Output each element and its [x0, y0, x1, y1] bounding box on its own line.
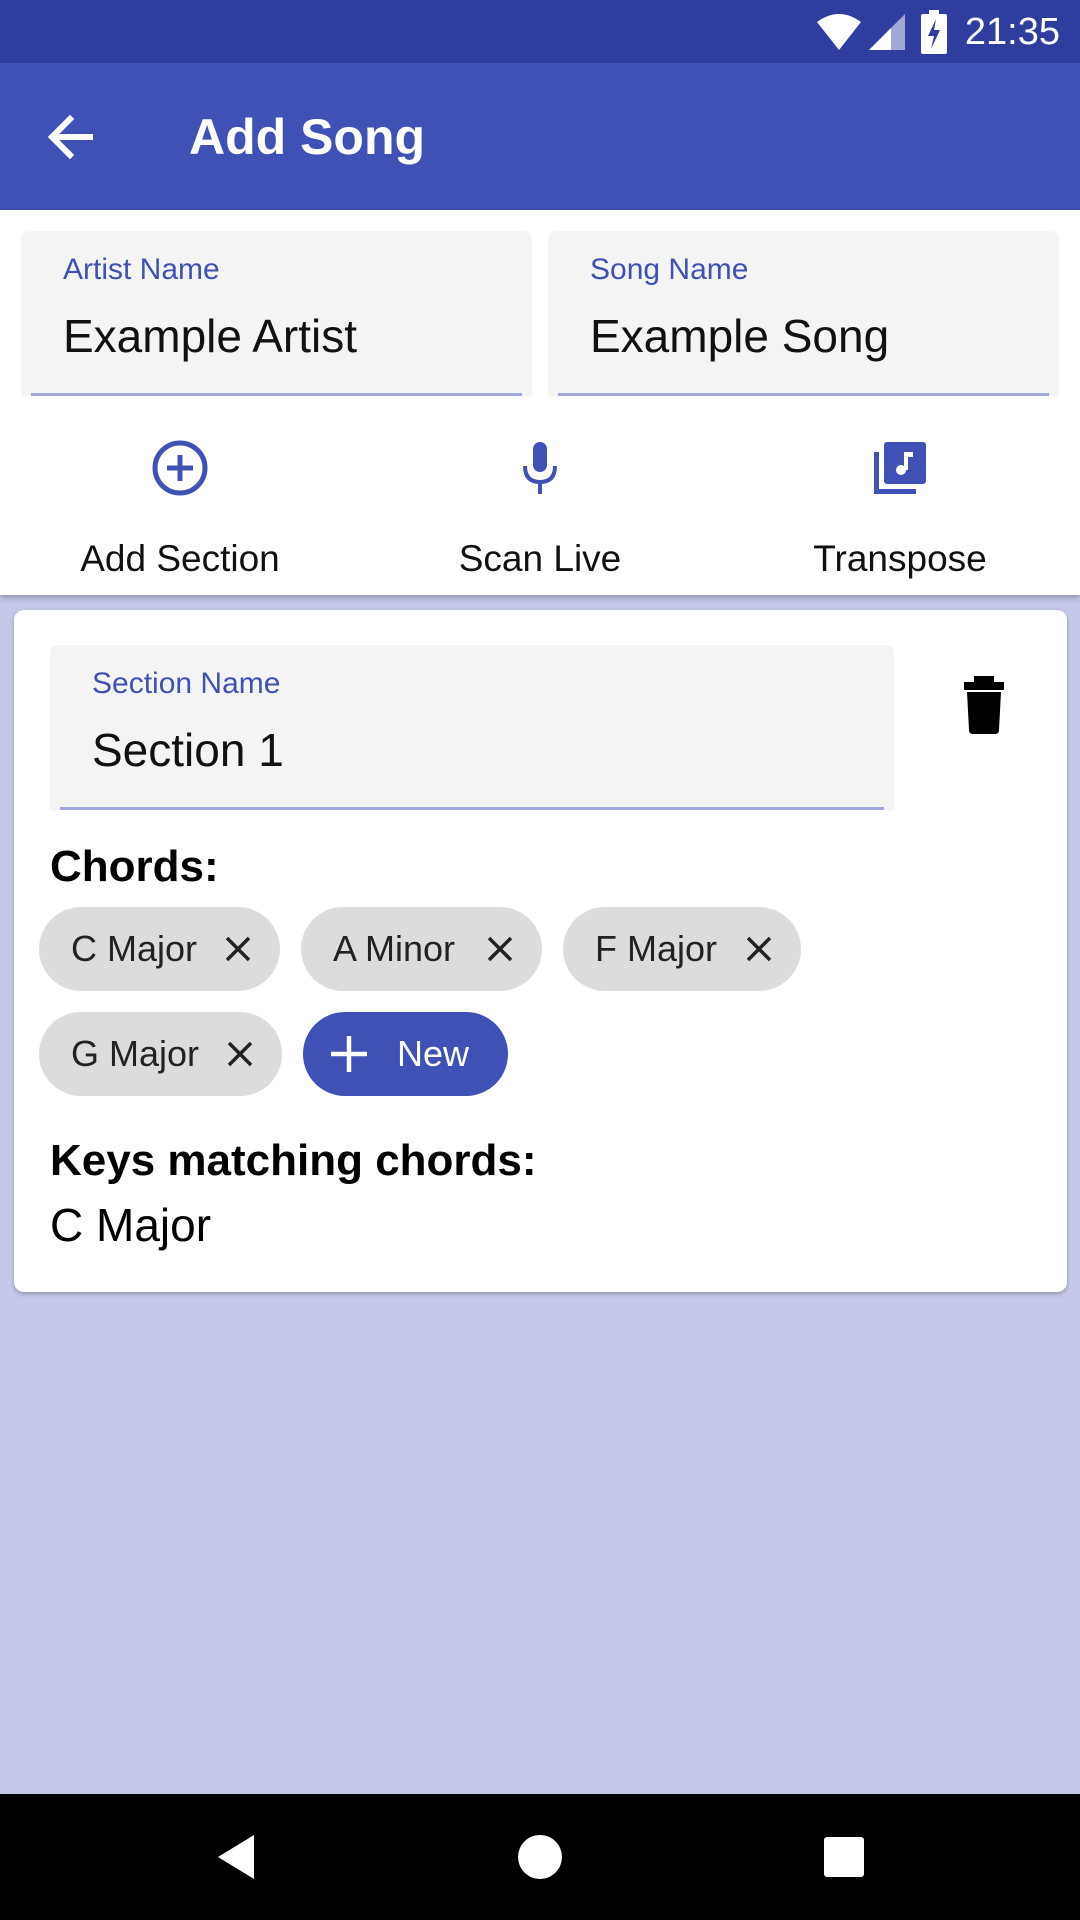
artist-name-label: Artist Name	[63, 253, 220, 286]
chord-chip-label: C Major	[71, 928, 198, 969]
signal-icon	[868, 14, 905, 50]
song-details-panel: Artist Name Example Artist Song Name Exa…	[0, 210, 1080, 595]
chord-chip[interactable]: C Major	[39, 907, 280, 991]
transpose-button[interactable]: Transpose	[720, 438, 1080, 588]
nav-back-button[interactable]	[210, 1827, 270, 1887]
scan-live-label: Scan Live	[458, 538, 622, 579]
status-bar: 21:35	[0, 0, 1080, 63]
keys-value: C Major	[50, 1199, 212, 1251]
scan-live-button[interactable]: Scan Live	[360, 438, 720, 588]
add-section-label: Add Section	[80, 538, 280, 579]
artist-name-value[interactable]: Example Artist	[63, 309, 357, 363]
nav-home-button[interactable]	[510, 1827, 570, 1887]
close-icon[interactable]	[224, 1038, 256, 1070]
chords-heading: Chords:	[50, 842, 219, 891]
transpose-label: Transpose	[813, 538, 987, 579]
status-time: 21:35	[964, 10, 1060, 53]
nav-recents-button[interactable]	[814, 1827, 874, 1887]
chord-chip[interactable]: A Minor	[301, 907, 542, 991]
field-underline	[31, 393, 522, 396]
delete-section-button[interactable]	[954, 672, 1014, 742]
app-bar: Add Song	[0, 63, 1080, 210]
chord-chip-label: G Major	[71, 1033, 200, 1074]
microphone-icon	[523, 442, 557, 494]
back-triangle-icon	[218, 1835, 254, 1879]
battery-charging-icon	[920, 10, 947, 54]
field-underline	[558, 393, 1049, 396]
close-icon[interactable]	[484, 933, 516, 965]
music-library-icon	[874, 442, 926, 494]
chord-chip[interactable]: G Major	[39, 1012, 282, 1096]
chord-chip-label: F Major	[595, 928, 718, 969]
chord-chip[interactable]: F Major	[563, 907, 801, 991]
wifi-icon	[816, 14, 861, 50]
new-chord-label: New	[397, 1033, 470, 1074]
close-icon[interactable]	[743, 933, 775, 965]
artist-name-field[interactable]: Artist Name Example Artist	[21, 231, 532, 396]
section-name-label: Section Name	[92, 667, 281, 700]
page-title: Add Song	[189, 109, 426, 165]
new-chord-button[interactable]: New	[303, 1012, 508, 1096]
section-card: Section Name Section 1 Chords: C Major A…	[14, 610, 1067, 1292]
section-name-field[interactable]: Section Name Section 1	[50, 645, 894, 810]
section-name-value[interactable]: Section 1	[92, 723, 284, 777]
close-icon[interactable]	[222, 933, 254, 965]
plus-icon	[331, 1036, 367, 1072]
keys-heading: Keys matching chords:	[50, 1136, 537, 1185]
add-circle-icon	[152, 440, 208, 496]
status-icons: 21:35	[815, 8, 1060, 56]
song-name-label: Song Name	[590, 253, 749, 286]
add-section-button[interactable]: Add Section	[0, 438, 360, 588]
trash-icon	[964, 676, 1004, 734]
recents-square-icon	[824, 1837, 864, 1877]
chord-chip-label: A Minor	[333, 928, 456, 969]
song-name-field[interactable]: Song Name Example Song	[548, 231, 1059, 396]
field-underline	[60, 807, 884, 810]
home-circle-icon	[518, 1835, 562, 1879]
system-nav-bar	[0, 1794, 1080, 1920]
arrow-back-icon	[47, 114, 93, 160]
back-button[interactable]	[40, 107, 100, 167]
song-name-value[interactable]: Example Song	[590, 309, 889, 363]
